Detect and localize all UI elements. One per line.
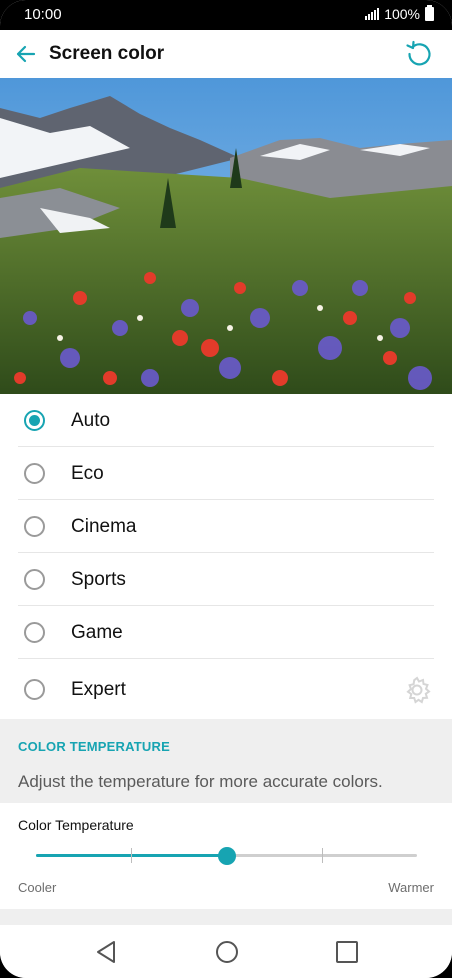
status-indicators: 100% [365,5,434,22]
preview-image [0,78,452,394]
navigation-bar [0,925,452,978]
radio-button[interactable] [24,679,45,700]
option-label: Cinema [71,516,137,537]
option-cinema[interactable]: Cinema [18,500,434,553]
slider-min-label: Cooler [18,880,57,895]
section-description: Adjust the temperature for more accurate… [18,772,383,791]
option-eco[interactable]: Eco [18,447,434,500]
page-title: Screen color [49,43,165,64]
gear-icon [406,676,431,704]
battery-percentage: 100% [384,6,420,22]
app-bar: Screen color [0,30,452,78]
slider-thumb[interactable] [217,847,236,865]
color-temperature-section: COLOR TEMPERATURE Adjust the temperature… [0,719,452,803]
reset-icon[interactable] [404,39,434,69]
option-sports[interactable]: Sports [18,553,434,606]
option-label: Sports [71,569,126,590]
screen-color-options: Auto Eco Cinema Sports Game Expert [0,394,452,719]
landscape-preview-image [0,78,452,394]
recents-square-icon[interactable] [332,937,362,967]
option-expert[interactable]: Expert [18,659,434,719]
option-label: Eco [71,463,104,484]
color-temperature-control: Color Temperature Cooler Warmer [0,803,452,909]
option-label: Game [71,622,123,643]
option-label: Expert [71,679,126,700]
radio-button[interactable] [24,516,45,537]
slider-label: Color Temperature [18,817,134,833]
slider-tick [321,848,323,863]
slider-max-label: Warmer [388,880,434,895]
divider [0,909,452,925]
slider-tick [131,848,133,863]
option-auto[interactable]: Auto [18,394,434,447]
back-triangle-icon[interactable] [92,937,122,967]
radio-button[interactable] [24,622,45,643]
option-label: Auto [71,410,111,431]
signal-icon [365,8,380,20]
section-header: COLOR TEMPERATURE [18,739,170,754]
status-bar: 10:00 100% [0,0,452,30]
status-time: 10:00 [24,6,62,23]
home-circle-icon[interactable] [212,937,242,967]
color-temperature-slider[interactable] [36,843,417,869]
phone-screen: 10:00 100% Screen color Auto Eco Cinema … [0,0,452,978]
arrow-left-icon[interactable] [10,38,42,70]
option-game[interactable]: Game [18,606,434,659]
radio-button-checked[interactable] [24,410,45,431]
radio-button[interactable] [24,463,45,484]
battery-icon [425,5,434,21]
radio-button[interactable] [24,569,45,590]
